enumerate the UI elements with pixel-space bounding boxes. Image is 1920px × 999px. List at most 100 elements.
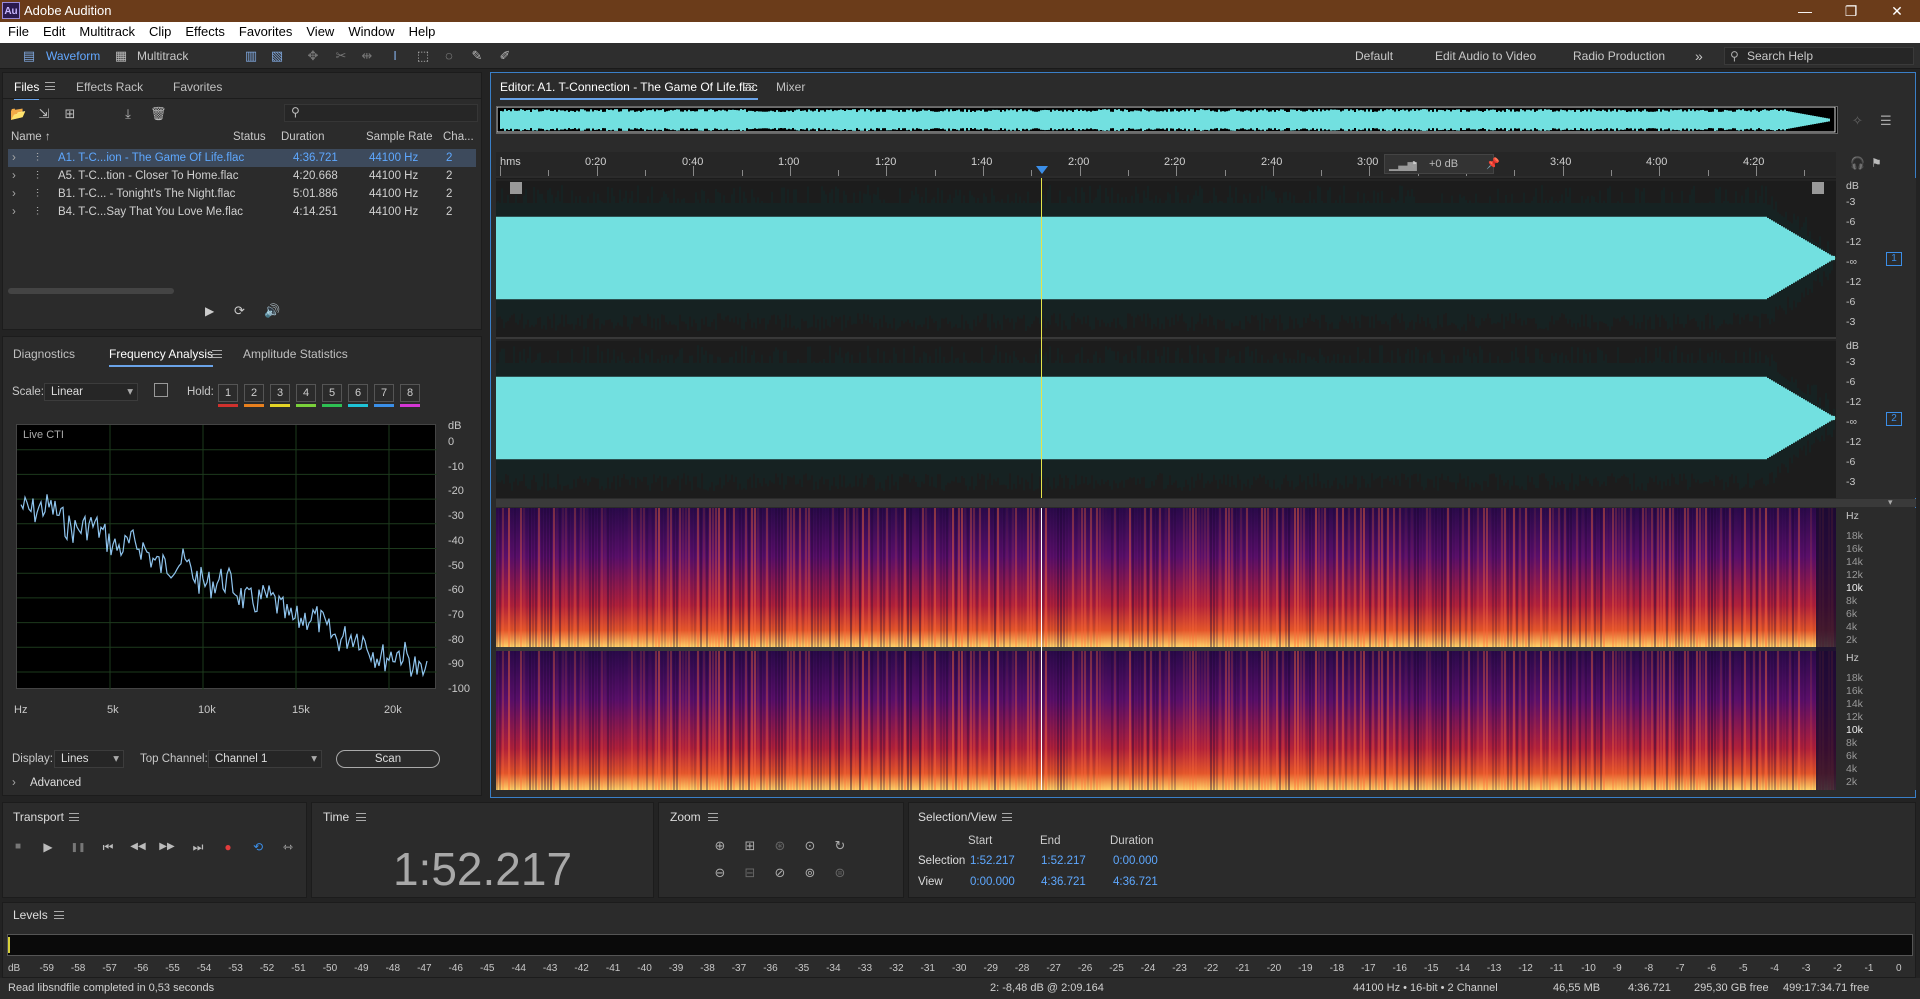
selection-end[interactable]: 1:52.217 — [1041, 855, 1086, 867]
insert-into-multitrack-icon[interactable]: ⤓ — [120, 106, 136, 122]
time-selection-tool-icon[interactable]: I — [386, 47, 404, 65]
search-help-input[interactable]: ⚲ Search Help — [1724, 47, 1914, 65]
expand-chevron-icon[interactable]: › — [12, 149, 16, 167]
zoom-frequency-icon[interactable]: ⊜ — [830, 864, 850, 882]
menu-help[interactable]: Help — [401, 22, 442, 43]
zoom-menu-icon[interactable] — [708, 813, 718, 821]
zoom-out-full-icon[interactable]: ⊘ — [770, 864, 790, 882]
display-dropdown[interactable]: Lines — [54, 750, 124, 768]
tab-effects-rack[interactable]: Effects Rack — [76, 80, 143, 94]
pause-icon[interactable]: ❚❚ — [68, 838, 88, 856]
play-file-icon[interactable]: ▶ — [205, 304, 214, 318]
column-name[interactable]: Name ↑ — [11, 131, 51, 143]
tab-mixer[interactable]: Mixer — [776, 80, 805, 94]
lasso-selection-tool-icon[interactable]: ◌ — [440, 47, 458, 65]
files-panel-menu-icon[interactable] — [45, 82, 55, 90]
menu-edit[interactable]: Edit — [35, 22, 71, 43]
column-status[interactable]: Status — [233, 131, 266, 143]
scale-dropdown[interactable]: Linear — [44, 383, 138, 401]
menu-multitrack[interactable]: Multitrack — [71, 22, 141, 43]
menu-clip[interactable]: Clip — [141, 22, 177, 43]
menu-favorites[interactable]: Favorites — [231, 22, 298, 43]
hold-button-7[interactable]: 7 — [374, 384, 394, 402]
zoom-selection-both-icon[interactable]: ⊚ — [800, 864, 820, 882]
zoom-to-selection-icon[interactable]: ✧ — [1852, 113, 1863, 129]
headphones-icon[interactable]: 🎧 — [1850, 156, 1865, 170]
skip-to-start-icon[interactable]: ⏮ — [98, 838, 118, 856]
spectral-pitch-display-icon[interactable]: ▧ — [268, 47, 286, 65]
minimize-button[interactable]: — — [1782, 0, 1828, 22]
expand-chevron-icon[interactable]: › — [12, 185, 16, 203]
multitrack-view-button[interactable]: Multitrack — [137, 46, 188, 66]
skip-to-end-icon[interactable]: ⏭ — [188, 838, 208, 856]
hold-button-4[interactable]: 4 — [296, 384, 316, 402]
stop-icon[interactable]: ■ — [8, 838, 28, 856]
more-workspaces-button[interactable]: » — [1695, 47, 1703, 65]
zoom-reset-icon[interactable]: ↻ — [830, 837, 850, 855]
slip-tool-icon[interactable]: ⇹ — [358, 47, 376, 65]
hold-button-6[interactable]: 6 — [348, 384, 368, 402]
analysis-panel-menu-icon[interactable] — [212, 350, 222, 358]
hold-button-3[interactable]: 3 — [270, 384, 290, 402]
hold-button-5[interactable]: 5 — [322, 384, 342, 402]
column-channels[interactable]: Cha... — [443, 131, 474, 143]
marquee-selection-tool-icon[interactable]: ⬚ — [414, 47, 432, 65]
spectral-frequency-display-icon[interactable]: ▥ — [242, 47, 260, 65]
new-file-icon[interactable]: ⊞ — [62, 106, 78, 122]
hold-button-8[interactable]: 8 — [400, 384, 420, 402]
zoom-in-amplitude-icon[interactable]: ⊕ — [710, 837, 730, 855]
razor-tool-icon[interactable]: ✂ — [332, 47, 350, 65]
close-button[interactable]: ✕ — [1874, 0, 1920, 22]
file-row[interactable]: › ⫶ B1. T-C... - Tonight's The Night.fla… — [8, 185, 476, 203]
import-file-icon[interactable]: ⇲ — [36, 106, 52, 122]
top-channel-dropdown[interactable]: Channel 1 — [208, 750, 322, 768]
expand-chevron-icon[interactable]: › — [12, 167, 16, 185]
scan-button[interactable]: Scan — [336, 750, 440, 768]
column-sample-rate[interactable]: Sample Rate — [366, 131, 432, 143]
zoom-in-time-icon[interactable]: ⊞ — [740, 837, 760, 855]
rewind-icon[interactable]: ◀◀ — [128, 838, 148, 856]
hud-volume[interactable]: ▁▃▅ ◔ +0 dB — [1384, 154, 1494, 174]
file-row[interactable]: › ⫶ A1. T-C...ion - The Game Of Life.fla… — [8, 149, 476, 167]
spot-healing-brush-tool-icon[interactable]: ✐ — [496, 47, 514, 65]
zoom-in-point-icon[interactable]: ⊛ — [770, 837, 790, 855]
workspace-radio-production[interactable]: Radio Production — [1573, 47, 1665, 65]
selection-duration[interactable]: 0:00.000 — [1113, 855, 1158, 867]
zoom-out-amplitude-icon[interactable]: ⊖ — [710, 864, 730, 882]
hold-button-1[interactable]: 1 — [218, 384, 238, 402]
channel-1-toggle[interactable]: 1 — [1886, 252, 1902, 266]
play-icon[interactable]: ▶ — [38, 838, 58, 856]
advanced-section-toggle[interactable]: Advanced — [30, 777, 81, 789]
view-start[interactable]: 0:00.000 — [970, 876, 1015, 888]
levels-menu-icon[interactable] — [54, 911, 64, 919]
menu-window[interactable]: Window — [340, 22, 400, 43]
move-tool-icon[interactable]: ✥ — [304, 47, 322, 65]
tab-editor[interactable]: Editor: A1. T-Connection - The Game Of L… — [500, 80, 758, 100]
autoplay-speaker-icon[interactable]: 🔊 — [264, 303, 280, 319]
channel-2-toggle[interactable]: 2 — [1886, 412, 1902, 426]
tab-frequency-analysis[interactable]: Frequency Analysis — [109, 347, 214, 367]
view-end[interactable]: 4:36.721 — [1041, 876, 1086, 888]
view-duration[interactable]: 4:36.721 — [1113, 876, 1158, 888]
zoom-out-time-icon[interactable]: ⊟ — [740, 864, 760, 882]
menu-file[interactable]: File — [0, 22, 35, 43]
lock-view-icon[interactable] — [154, 383, 168, 397]
spectral-divider-handle[interactable] — [496, 499, 1916, 507]
collapse-chevron-icon[interactable]: ▾ — [1888, 497, 1893, 508]
overview-navigator[interactable] — [496, 106, 1838, 134]
advanced-chevron-icon[interactable]: › — [12, 777, 16, 789]
volume-knob-icon[interactable]: ◔ — [1409, 155, 1417, 171]
editor-panel-menu-icon[interactable] — [744, 83, 754, 91]
maximize-button[interactable]: ❐ — [1828, 0, 1874, 22]
time-menu-icon[interactable] — [356, 813, 366, 821]
waveform-view-button[interactable]: Waveform — [46, 46, 100, 66]
panel-options-icon[interactable]: ☰ — [1880, 113, 1892, 129]
marker-icon[interactable]: ⚑ — [1871, 156, 1882, 170]
menu-effects[interactable]: Effects — [177, 22, 231, 43]
open-file-icon[interactable]: 📂 — [10, 106, 26, 122]
tab-diagnostics[interactable]: Diagnostics — [13, 347, 75, 361]
transport-menu-icon[interactable] — [69, 813, 79, 821]
hold-button-2[interactable]: 2 — [244, 384, 264, 402]
spectral-frequency-display[interactable] — [496, 508, 1836, 790]
waveform-display[interactable] — [496, 178, 1836, 498]
